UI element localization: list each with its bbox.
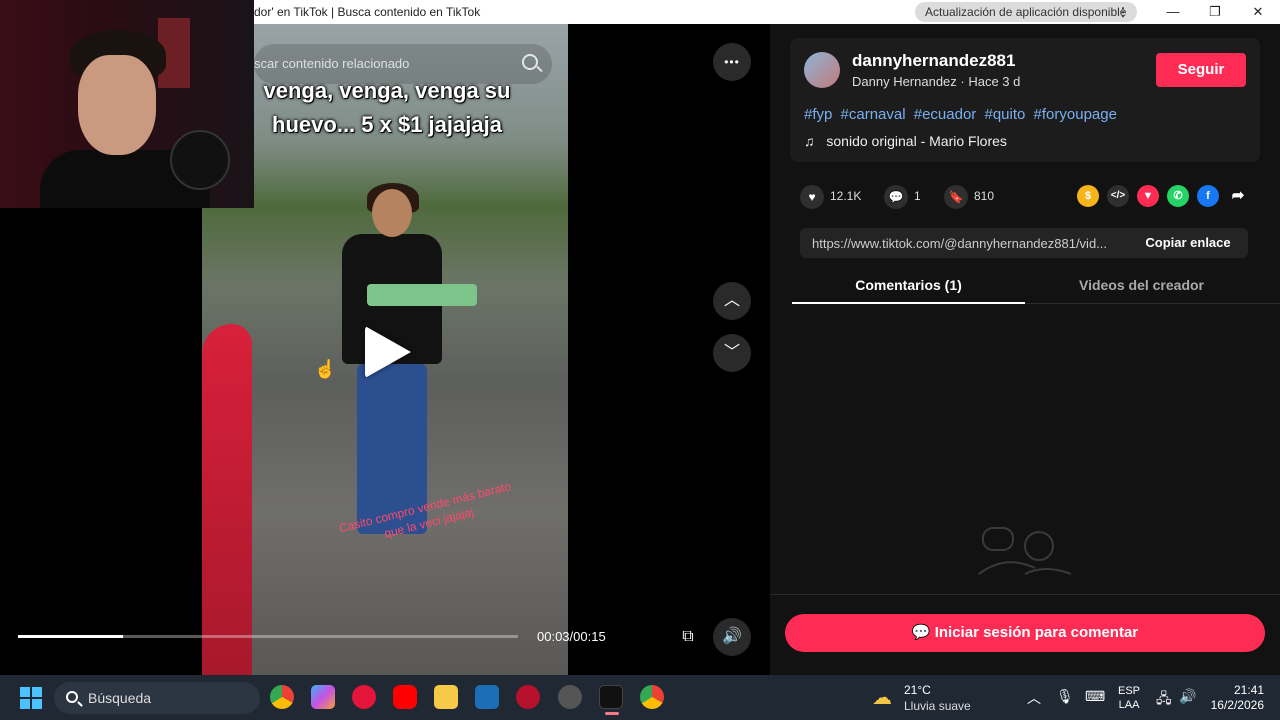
taskbar-search-label: Búsqueda: [88, 690, 152, 706]
tab-creator-videos[interactable]: Videos del creador: [1025, 270, 1258, 304]
minimize-button[interactable]: —: [1163, 3, 1183, 21]
play-icon[interactable]: [365, 326, 411, 378]
hashtag-link[interactable]: #carnaval: [841, 106, 906, 123]
author-card: dannyhernandez881 Danny Hernandez · Hace…: [790, 38, 1260, 162]
author-subline: Danny Hernandez · Hace 3 d: [852, 74, 1021, 89]
heart-icon: ♥: [800, 184, 824, 209]
hashtag-list: #fyp #carnaval #ecuador #quito #foryoupa…: [804, 106, 1121, 123]
update-available-button[interactable]: Actualización de aplicación disponible ⋮: [915, 2, 1137, 22]
music-note-icon: ♫: [804, 133, 815, 149]
obs-icon[interactable]: [558, 685, 582, 709]
volume-icon[interactable]: 🔊: [713, 618, 751, 656]
embed-icon[interactable]: </>: [1107, 185, 1129, 207]
update-notice-label: Actualización de aplicación disponible: [925, 5, 1127, 19]
login-label: Iniciar sesión para comentar: [934, 624, 1139, 641]
previous-video-button[interactable]: ︿: [713, 282, 751, 320]
bookmark-icon: 🔖: [944, 184, 968, 209]
video-foreground-person: [202, 324, 252, 675]
close-button[interactable]: ✕: [1248, 3, 1268, 21]
hashtag-link[interactable]: #ecuador: [914, 106, 977, 123]
windows-start-icon[interactable]: [20, 687, 42, 709]
taskbar: Búsqueda ☁ 21°C Lluvia suave ︿ 🎙 ⌨ ESP L…: [0, 675, 1280, 720]
music-link[interactable]: ♫ sonido original - Mario Flores: [804, 133, 1007, 149]
save-count: 810: [974, 189, 995, 203]
video-progress-fill: [18, 635, 123, 638]
next-video-button[interactable]: ﹀: [713, 334, 751, 372]
keyboard-icon[interactable]: ⌨: [1085, 688, 1105, 705]
share-link-field[interactable]: https://www.tiktok.com/@dannyhernandez88…: [800, 228, 1248, 258]
related-search-input[interactable]: scar contenido relacionado: [254, 44, 552, 84]
chrome-icon[interactable]: [270, 685, 294, 709]
comment-button[interactable]: 💬 1: [884, 184, 921, 209]
vegas-icon[interactable]: [475, 685, 499, 709]
comment-count: 1: [914, 189, 921, 203]
author-username[interactable]: dannyhernandez881: [852, 51, 1015, 71]
language-indicator[interactable]: ESP LAA: [1118, 684, 1140, 712]
lang-top: ESP: [1118, 685, 1141, 697]
send-icon[interactable]: ▼: [1137, 185, 1159, 207]
microphone-icon: [170, 130, 230, 190]
microphone-icon[interactable]: 🎙: [1056, 688, 1074, 705]
more-options-button[interactable]: •••: [713, 43, 751, 81]
chrome-profile-icon[interactable]: [640, 685, 664, 709]
taskbar-search[interactable]: Búsqueda: [54, 682, 260, 714]
weather-desc: Lluvia suave: [904, 699, 971, 713]
weather-rain-icon: ☁: [872, 687, 892, 709]
hashtag-link[interactable]: #foryoupage: [1034, 106, 1117, 123]
hashtag-link[interactable]: #quito: [984, 106, 1025, 123]
search-icon: [66, 691, 78, 703]
avatar[interactable]: [804, 52, 840, 88]
video-caption-top: venga, venga, venga su huevo... 5 x $1 j…: [263, 78, 511, 137]
chevron-up-icon[interactable]: ︿: [1027, 688, 1041, 708]
tab-comments[interactable]: Comentarios (1): [792, 270, 1025, 304]
webcam-overlay: [0, 0, 254, 208]
youtube-icon[interactable]: [393, 685, 417, 709]
network-icon[interactable]: 🖧: [1156, 688, 1172, 712]
file-explorer-icon[interactable]: [434, 685, 458, 709]
video-time: 00:03/00:15: [537, 629, 606, 644]
lang-bottom: LAA: [1118, 699, 1140, 711]
related-search-placeholder: scar contenido relacionado: [254, 56, 410, 71]
facebook-icon[interactable]: f: [1197, 185, 1219, 207]
pointer-cursor-icon: ☝: [314, 359, 337, 379]
clock-time: 21:41: [1233, 683, 1264, 697]
weather-temp: 21°C: [904, 683, 931, 697]
picture-in-picture-icon[interactable]: ⧉: [669, 618, 707, 656]
details-panel: dannyhernandez881 Danny Hernandez · Hace…: [770, 24, 1280, 675]
hashtag-link[interactable]: #fyp: [804, 106, 832, 123]
more-vert-icon: ⋮: [1117, 5, 1129, 19]
like-count: 12.1K: [830, 189, 862, 203]
music-title: sonido original - Mario Flores: [826, 133, 1007, 149]
clock[interactable]: 21:41 16/2/2026: [1204, 683, 1264, 713]
comment-icon: 💬: [884, 184, 908, 209]
empty-comments-illustration: [978, 527, 1072, 575]
copilot-icon[interactable]: [311, 685, 335, 709]
share-link-url[interactable]: https://www.tiktok.com/@dannyhernandez88…: [812, 236, 1130, 251]
login-to-comment-button[interactable]: 💬 Iniciar sesión para comentar: [785, 614, 1265, 652]
opera-icon[interactable]: [352, 685, 376, 709]
copy-link-button[interactable]: Copiar enlace: [1128, 228, 1248, 258]
panel-tabs: Comentarios (1) Videos del creador: [792, 270, 1280, 304]
comment-divider: [770, 594, 1280, 595]
share-arrow-icon[interactable]: ➦: [1227, 185, 1249, 207]
coin-icon[interactable]: $: [1077, 185, 1099, 207]
search-icon[interactable]: [522, 54, 538, 70]
volume-icon[interactable]: 🔊: [1179, 688, 1196, 705]
opera-gx-icon[interactable]: [516, 685, 540, 709]
like-button[interactable]: ♥ 12.1K: [800, 184, 862, 209]
window-title: dor' en TikTok | Busca contenido en TikT…: [254, 5, 481, 19]
chat-bubble-icon: 💬: [911, 624, 935, 641]
restore-button[interactable]: ❐: [1205, 3, 1225, 21]
save-button[interactable]: 🔖 810: [944, 184, 995, 209]
video-progress-bar[interactable]: [18, 635, 518, 638]
whatsapp-icon[interactable]: ✆: [1167, 185, 1189, 207]
follow-button[interactable]: Seguir: [1156, 53, 1246, 87]
clock-date: 16/2/2026: [1210, 698, 1264, 712]
tiktok-icon[interactable]: [599, 685, 623, 715]
